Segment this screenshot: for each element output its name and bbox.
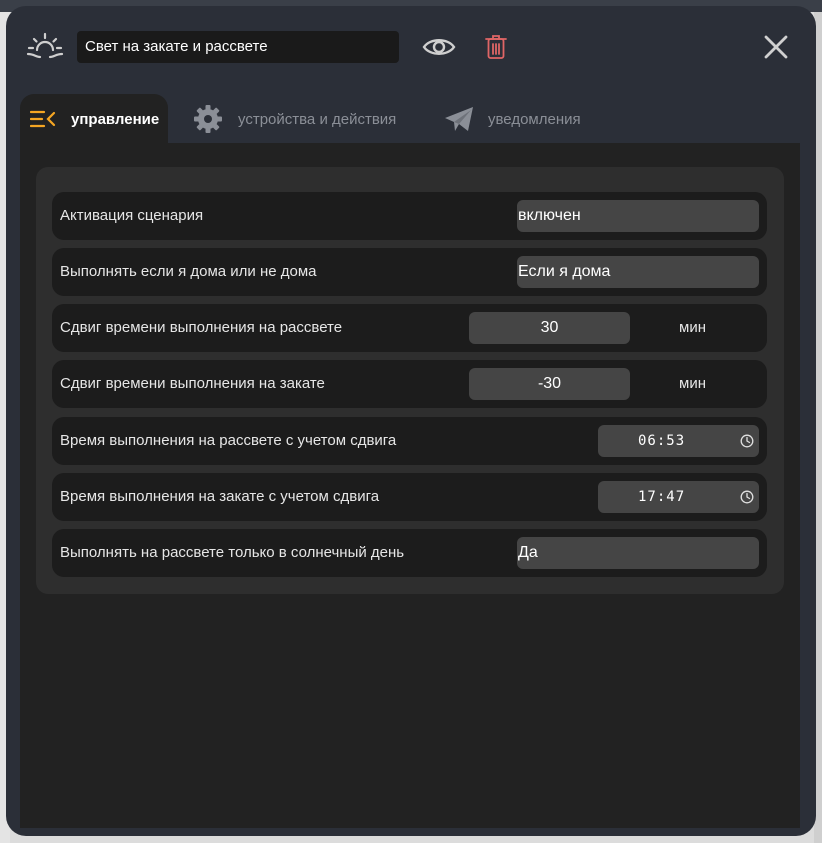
setting-label: Время выполнения на рассвете с учетом сд… <box>60 432 397 449</box>
sunset-time-input[interactable]: 17:47 <box>598 481 759 513</box>
time-value: 06:53 <box>638 433 686 449</box>
setting-row-activation: Активация сценария включен <box>52 192 767 240</box>
tab-bar: управление устройства и действия уведомл… <box>20 94 800 144</box>
sunrise-offset-input[interactable]: 30 <box>469 312 630 344</box>
tab-control-label: управление <box>71 110 160 128</box>
modal-header: Свет на закате и рассвете <box>6 6 816 88</box>
setting-row-sunrise-offset: Сдвиг времени выполнения на рассвете 30 … <box>52 304 767 352</box>
sunset-icon <box>26 32 64 59</box>
settings-panel: Активация сценария включен Выполнять есл… <box>36 167 784 594</box>
sunset-offset-input[interactable]: -30 <box>469 368 630 400</box>
tab-notifications-label: уведомления <box>488 110 581 128</box>
eye-icon[interactable] <box>422 35 456 59</box>
unit-label: мин <box>679 375 706 392</box>
setting-row-sunrise-time: Время выполнения на рассвете с учетом сд… <box>52 417 767 465</box>
scenario-modal: Свет на закате и рассвете управление уст… <box>6 6 816 836</box>
clock-icon[interactable] <box>740 490 754 504</box>
activation-select[interactable]: включен <box>517 200 759 232</box>
setting-row-presence: Выполнять если я дома или не дома Если я… <box>52 248 767 296</box>
menu-collapse-icon <box>30 110 56 128</box>
presence-select[interactable]: Если я дома <box>517 256 759 288</box>
setting-label: Сдвиг времени выполнения на рассвете <box>60 319 343 336</box>
time-value: 17:47 <box>638 489 686 505</box>
scenario-title-input[interactable]: Свет на закате и рассвете <box>77 31 399 63</box>
paper-plane-icon <box>445 107 473 131</box>
tab-control[interactable]: управление <box>20 94 168 144</box>
trash-icon[interactable] <box>485 34 507 60</box>
setting-label: Выполнять если я дома или не дома <box>60 263 317 280</box>
setting-row-sunset-offset: Сдвиг времени выполнения на закате -30 м… <box>52 360 767 408</box>
setting-label: Активация сценария <box>60 207 204 224</box>
setting-label: Сдвиг времени выполнения на закате <box>60 375 325 392</box>
clock-icon[interactable] <box>740 434 754 448</box>
sunrise-time-input[interactable]: 06:53 <box>598 425 759 457</box>
tab-content: Активация сценария включен Выполнять есл… <box>20 143 800 828</box>
setting-label: Время выполнения на закате с учетом сдви… <box>60 488 380 505</box>
unit-label: мин <box>679 319 706 336</box>
setting-row-sunny-only: Выполнять на рассвете только в солнечный… <box>52 529 767 577</box>
setting-label: Выполнять на рассвете только в солнечный… <box>60 544 405 561</box>
close-icon[interactable] <box>763 34 789 60</box>
tab-notifications[interactable]: уведомления <box>444 94 624 144</box>
setting-row-sunset-time: Время выполнения на закате с учетом сдви… <box>52 473 767 521</box>
sunny-only-select[interactable]: Да <box>517 537 759 569</box>
tab-devices-actions[interactable]: устройства и действия <box>193 94 423 144</box>
tab-devices-actions-label: устройства и действия <box>238 110 397 128</box>
gear-icon <box>194 105 222 133</box>
